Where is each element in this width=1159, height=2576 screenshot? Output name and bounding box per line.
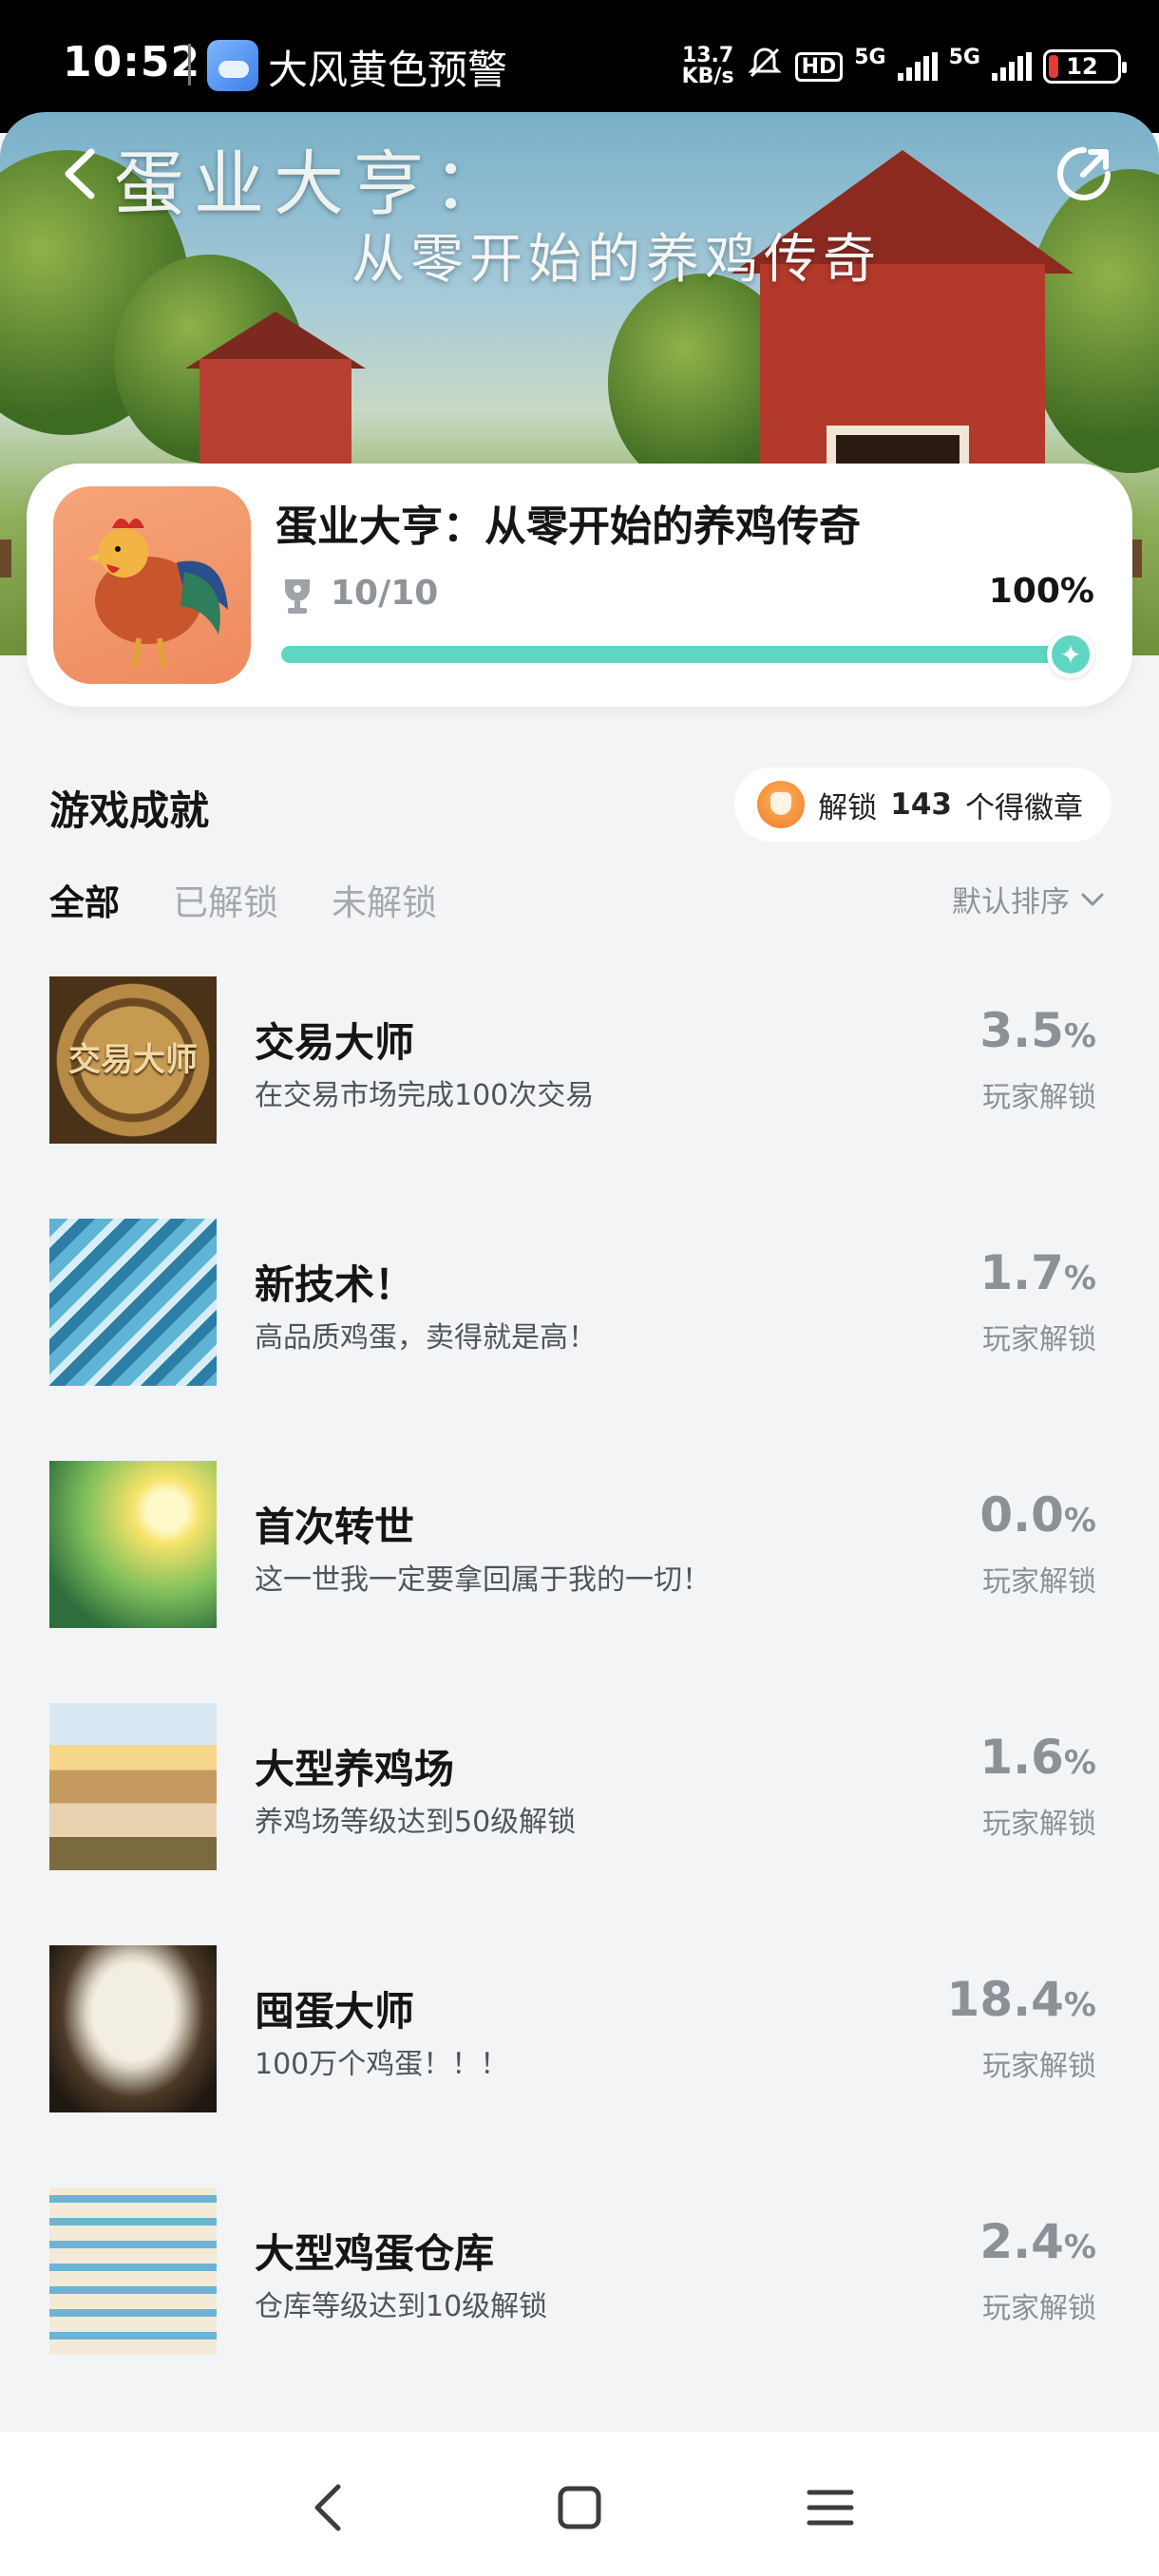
achievement-thumbnail-factory — [49, 1219, 217, 1386]
achievement-thumbnail-egg — [49, 1945, 217, 2112]
sort-dropdown[interactable]: 默认排序 — [952, 878, 1106, 920]
weather-alert-text: 大风黄色预警 — [268, 47, 508, 93]
signal-icon-1 — [897, 52, 938, 81]
game-title: 蛋业大亨：从零开始的养鸡传奇 — [276, 502, 861, 551]
achievement-progress-percent: 100% — [988, 572, 1094, 611]
achievement-description: 这一世我一定要拿回属于我的一切！ — [255, 1563, 711, 1597]
tab-locked[interactable]: 未解锁 — [332, 874, 437, 925]
tab-all[interactable]: 全部 — [49, 874, 120, 925]
badge-suffix: 个得徽章 — [965, 790, 1083, 825]
list-item[interactable]: 交易大师 交易大师 在交易市场完成100次交易 3.5% 玩家解锁 — [0, 973, 1159, 1215]
unlock-rate: 2.4% — [979, 2214, 1096, 2269]
badge-unlock-pill[interactable]: 解锁 143 个得徽章 — [734, 767, 1112, 842]
badge-prefix: 解锁 — [818, 790, 878, 825]
back-button[interactable] — [53, 141, 110, 207]
badge-icon — [757, 781, 806, 828]
unlock-rate: 0.0% — [979, 1487, 1096, 1543]
section-title: 游戏成就 — [49, 787, 210, 834]
list-item[interactable]: 大型鸡蛋仓库 仓库等级达到10级解锁 2.4% 玩家解锁 — [0, 2184, 1159, 2426]
unlock-rate-label: 玩家解锁 — [982, 1081, 1096, 1114]
status-time: 10:52 — [63, 38, 201, 86]
sparkle-icon: ✦ — [1047, 631, 1094, 678]
weather-app-icon — [207, 40, 258, 91]
achievement-description: 100万个鸡蛋！！！ — [255, 2048, 509, 2081]
game-info-card: 蛋业大亨：从零开始的养鸡传奇 10/10 100% ✦ — [27, 464, 1132, 707]
hd-voice-icon: HD — [794, 51, 844, 82]
chevron-down-icon — [1081, 893, 1104, 905]
unlock-rate: 18.4% — [946, 1972, 1096, 2027]
unlock-rate-label: 玩家解锁 — [982, 1565, 1096, 1599]
achievement-title: 大型养鸡场 — [255, 1746, 455, 1792]
achievement-title: 囤蛋大师 — [255, 1988, 415, 2035]
net-speed: 13.7 KB/s — [681, 44, 734, 88]
tab-unlocked[interactable]: 已解锁 — [173, 874, 278, 925]
achievement-thumbnail-rebirth — [49, 1461, 217, 1628]
unlock-rate-label: 玩家解锁 — [982, 1323, 1096, 1356]
nav-menu-button[interactable] — [792, 2470, 868, 2546]
chevron-left-icon — [65, 148, 95, 199]
list-item[interactable]: 囤蛋大师 100万个鸡蛋！！！ 18.4% 玩家解锁 — [0, 1941, 1159, 2184]
unlock-rate: 3.5% — [979, 1003, 1096, 1058]
badge-count: 143 — [890, 787, 952, 822]
status-divider — [188, 44, 191, 85]
progress-bar: ✦ — [281, 631, 1094, 678]
unlock-rate-label: 玩家解锁 — [982, 2292, 1096, 2325]
network-type-1: 5G — [854, 45, 886, 69]
share-icon — [1057, 147, 1111, 200]
achievement-thumbnail-warehouse — [49, 2188, 217, 2355]
signal-icon-2 — [992, 52, 1032, 81]
menu-icon — [807, 2490, 854, 2526]
unlock-rate: 1.6% — [979, 1730, 1096, 1785]
nav-back-button[interactable] — [291, 2470, 367, 2546]
trophy-icon — [285, 579, 310, 614]
unlock-rate-label: 玩家解锁 — [982, 2050, 1096, 2083]
achievement-list: 交易大师 交易大师 在交易市场完成100次交易 3.5% 玩家解锁 新技术！ 高… — [0, 973, 1159, 2426]
achievement-progress-count: 10/10 — [331, 574, 439, 613]
unlock-rate: 1.7% — [979, 1245, 1096, 1300]
game-icon-rooster — [53, 486, 251, 684]
achievement-description: 高品质鸡蛋，卖得就是高！ — [255, 1321, 597, 1354]
hero-title: 蛋业大亨： — [114, 143, 513, 225]
achievement-title: 新技术！ — [255, 1261, 415, 1308]
achievement-description: 仓库等级达到10级解锁 — [255, 2290, 548, 2323]
list-item[interactable]: 新技术！ 高品质鸡蛋，卖得就是高！ 1.7% 玩家解锁 — [0, 1215, 1159, 1457]
progress-bar-fill: ✦ — [281, 631, 1094, 678]
list-item[interactable]: 大型养鸡场 养鸡场等级达到50级解锁 1.6% 玩家解锁 — [0, 1699, 1159, 1941]
achievement-description: 在交易市场完成100次交易 — [255, 1079, 595, 1112]
achievement-title: 首次转世 — [255, 1504, 415, 1550]
nav-home-button[interactable] — [542, 2470, 618, 2546]
battery-icon: 12 — [1043, 49, 1127, 84]
list-item[interactable]: 首次转世 这一世我一定要拿回属于我的一切！ 0.0% 玩家解锁 — [0, 1457, 1159, 1699]
network-type-2: 5G — [948, 45, 980, 69]
filter-tabs: 全部 已解锁 未解锁 — [49, 874, 437, 925]
sort-label: 默认排序 — [952, 885, 1070, 919]
system-navigation-bar — [0, 2432, 1159, 2576]
hero-subtitle: 从零开始的养鸡传奇 — [352, 229, 882, 291]
nav-back-icon — [314, 2484, 341, 2531]
achievement-thumbnail-chicken-farm — [49, 1703, 217, 1870]
mute-bell-icon — [746, 44, 784, 90]
unlock-rate-label: 玩家解锁 — [982, 1808, 1096, 1841]
status-icons: 13.7 KB/s HD 5G 5G 12 — [681, 38, 1127, 95]
achievement-description: 养鸡场等级达到50级解锁 — [255, 1806, 577, 1839]
achievement-thumbnail-coin: 交易大师 — [49, 976, 217, 1144]
share-button[interactable] — [1051, 141, 1117, 207]
nav-home-icon — [558, 2486, 601, 2529]
achievement-title: 大型鸡蛋仓库 — [255, 2230, 495, 2277]
achievement-title: 交易大师 — [255, 1019, 415, 1066]
